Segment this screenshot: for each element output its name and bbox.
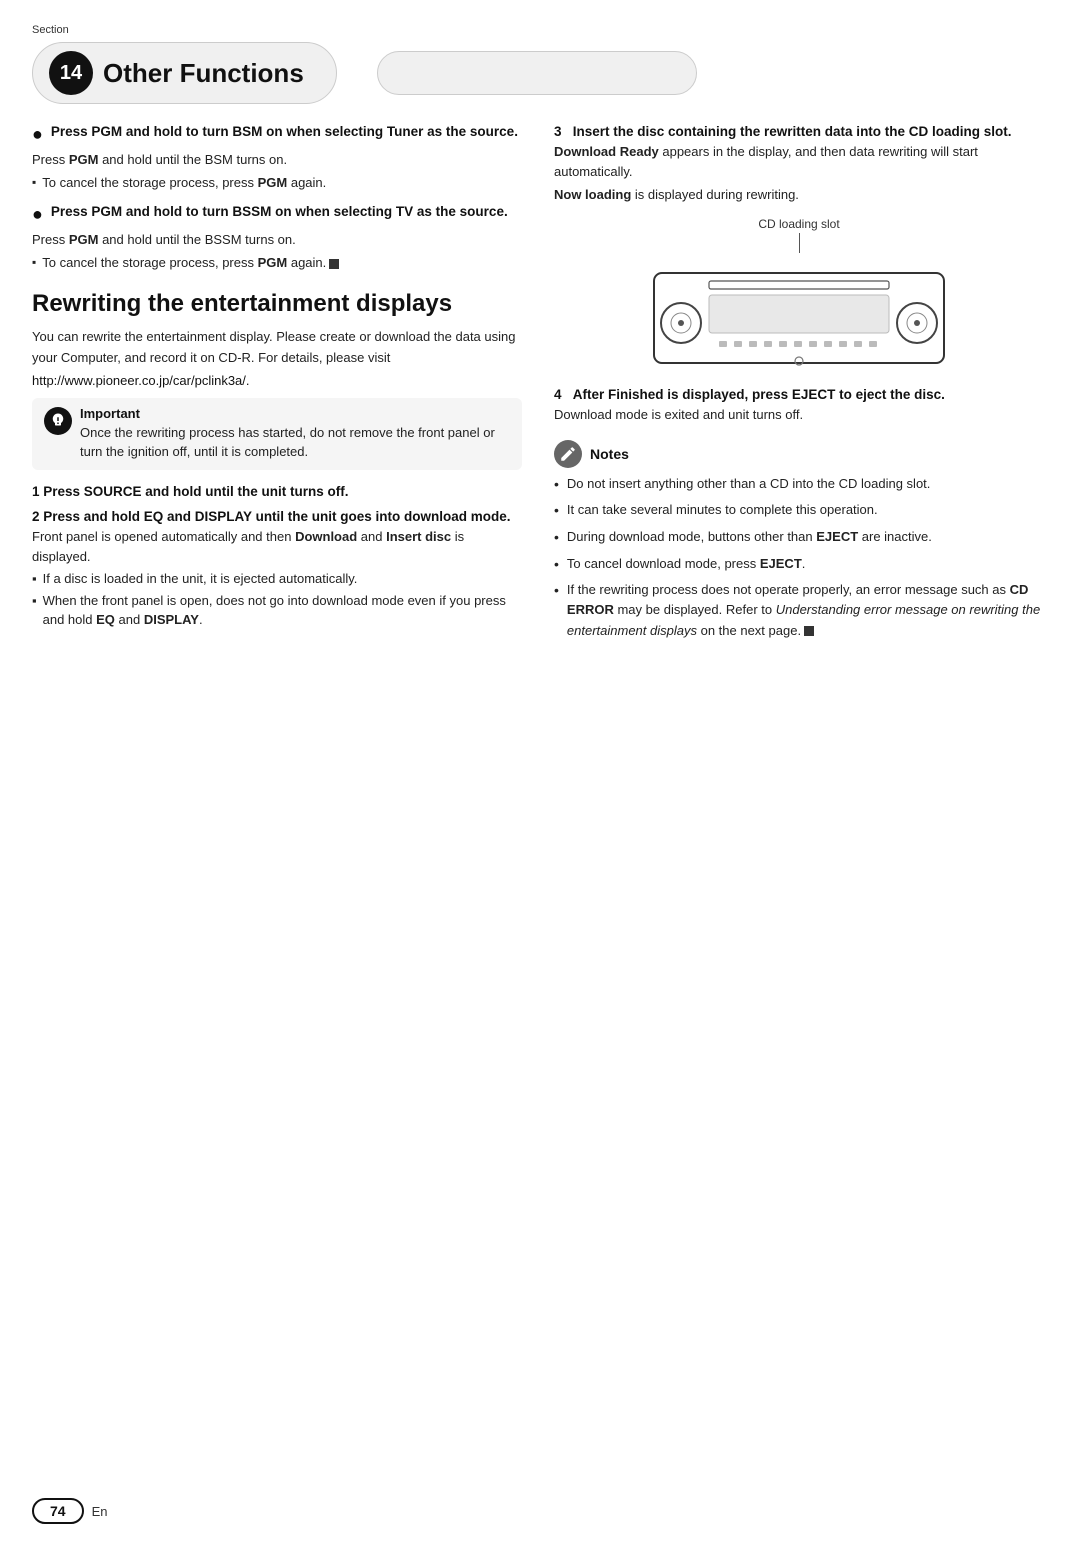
note-text-3: During download mode, buttons other than… <box>567 527 932 549</box>
two-col-layout: ● Press PGM and hold to turn BSM on when… <box>0 114 1080 646</box>
step-3-body1: Download Ready appears in the display, a… <box>554 142 1044 182</box>
step-2-heading: 2 Press and hold EQ and DISPLAY until th… <box>32 509 522 524</box>
bullet-heading-text-1: Press PGM and hold to turn BSM on when s… <box>51 124 518 139</box>
title-pill: 14 Other Functions <box>32 42 337 104</box>
cd-label-text: CD loading slot <box>758 217 839 231</box>
bullet-body-1: Press PGM and hold until the BSM turns o… <box>32 150 522 170</box>
language-label: En <box>92 1504 108 1519</box>
end-square-2 <box>804 626 814 636</box>
step-3-heading: 3 Insert the disc containing the rewritt… <box>554 124 1044 139</box>
cd-illustration: CD loading slot <box>554 217 1044 373</box>
step-2-sub1-mark: ▪ <box>32 569 37 589</box>
bullet-section-2: ● Press PGM and hold to turn BSSM on whe… <box>32 204 522 272</box>
note-item-3: During download mode, buttons other than… <box>554 527 1044 549</box>
important-box: Important Once the rewriting process has… <box>32 398 522 470</box>
step-2-sub2: ▪ When the front panel is open, does not… <box>32 591 522 630</box>
footer: 74 En <box>32 1498 107 1524</box>
step-1: 1 Press SOURCE and hold until the unit t… <box>32 484 522 499</box>
bullet-heading-1: ● Press PGM and hold to turn BSM on when… <box>32 124 522 146</box>
step-3-body2: Now loading is displayed during rewritin… <box>554 185 1044 205</box>
end-square-1 <box>329 259 339 269</box>
note-text-1: Do not insert anything other than a CD i… <box>567 474 931 496</box>
section-label: Section <box>32 24 69 36</box>
notes-label: Notes <box>590 446 629 462</box>
step-2-sub2-text: When the front panel is open, does not g… <box>43 591 522 630</box>
important-svg <box>49 412 67 430</box>
step-4-heading: 4 After Finished is displayed, press EJE… <box>554 387 1044 402</box>
note-text-5: If the rewriting process does not operat… <box>567 580 1044 640</box>
page: Section 14 Other Functions ● Press PGM a… <box>0 14 1080 1544</box>
page-number-badge: 74 <box>32 1498 84 1524</box>
note-item-1: Do not insert anything other than a CD i… <box>554 474 1044 496</box>
sub-bullet-mark-1: ▪ <box>32 173 36 193</box>
notes-header: Notes <box>554 440 1044 468</box>
cd-player-svg <box>649 253 949 373</box>
sub-bullet-mark-2: ▪ <box>32 253 36 273</box>
note-item-5: If the rewriting process does not operat… <box>554 580 1044 640</box>
important-text: Once the rewriting process has started, … <box>80 423 510 462</box>
header: 14 Other Functions <box>0 14 1080 114</box>
sub-bullet-2-1: ▪ To cancel the storage process, press P… <box>32 253 522 273</box>
step-2-body: Front panel is opened automatically and … <box>32 527 522 567</box>
header-left: 14 Other Functions <box>32 42 337 104</box>
rewriting-section: Rewriting the entertainment displays You… <box>32 290 522 387</box>
bullet-heading-text-2: Press PGM and hold to turn BSSM on when … <box>51 204 508 219</box>
rewriting-body: You can rewrite the entertainment displa… <box>32 327 522 369</box>
note-item-2: It can take several minutes to complete … <box>554 500 1044 522</box>
bullet-heading-2: ● Press PGM and hold to turn BSSM on whe… <box>32 204 522 226</box>
step-2: 2 Press and hold EQ and DISPLAY until th… <box>32 509 522 630</box>
important-label: Important <box>80 406 510 421</box>
step-2-sub1: ▪ If a disc is loaded in the unit, it is… <box>32 569 522 589</box>
rewriting-title: Rewriting the entertainment displays <box>32 290 522 319</box>
left-column: ● Press PGM and hold to turn BSM on when… <box>32 124 522 646</box>
sub-bullet-text-2-1: To cancel the storage process, press PGM… <box>42 253 339 273</box>
note-text-4: To cancel download mode, press EJECT. <box>567 554 805 576</box>
right-column: 3 Insert the disc containing the rewritt… <box>554 124 1044 646</box>
notes-icon <box>554 440 582 468</box>
step-4-body: Download mode is exited and unit turns o… <box>554 405 1044 425</box>
header-right-pill <box>377 51 697 95</box>
important-content: Important Once the rewriting process has… <box>80 406 510 462</box>
bullet-dot-1: ● <box>32 124 43 146</box>
sub-bullet-1-1: ▪ To cancel the storage process, press P… <box>32 173 522 193</box>
bullet-dot-2: ● <box>32 204 43 226</box>
important-icon <box>44 407 72 435</box>
note-item-4: To cancel download mode, press EJECT. <box>554 554 1044 576</box>
notes-list: Do not insert anything other than a CD i… <box>554 474 1044 641</box>
step-2-sub2-mark: ▪ <box>32 591 37 630</box>
section-badge: 14 <box>49 51 93 95</box>
step-3: 3 Insert the disc containing the rewritt… <box>554 124 1044 373</box>
page-title: Other Functions <box>103 58 304 89</box>
bullet-section-1: ● Press PGM and hold to turn BSM on when… <box>32 124 522 192</box>
cd-label-line: CD loading slot <box>554 217 1044 231</box>
notes-pencil-icon <box>559 445 577 463</box>
bullet-body-2: Press PGM and hold until the BSSM turns … <box>32 230 522 250</box>
step-2-sub1-text: If a disc is loaded in the unit, it is e… <box>43 569 358 589</box>
step-1-heading: 1 Press SOURCE and hold until the unit t… <box>32 484 522 499</box>
notes-box: Notes Do not insert anything other than … <box>554 440 1044 641</box>
step-4: 4 After Finished is displayed, press EJE… <box>554 387 1044 425</box>
rewriting-link[interactable]: http://www.pioneer.co.jp/car/pclink3a/. <box>32 373 522 388</box>
note-text-2: It can take several minutes to complete … <box>567 500 878 522</box>
sub-bullet-text-1-1: To cancel the storage process, press PGM… <box>42 173 326 193</box>
